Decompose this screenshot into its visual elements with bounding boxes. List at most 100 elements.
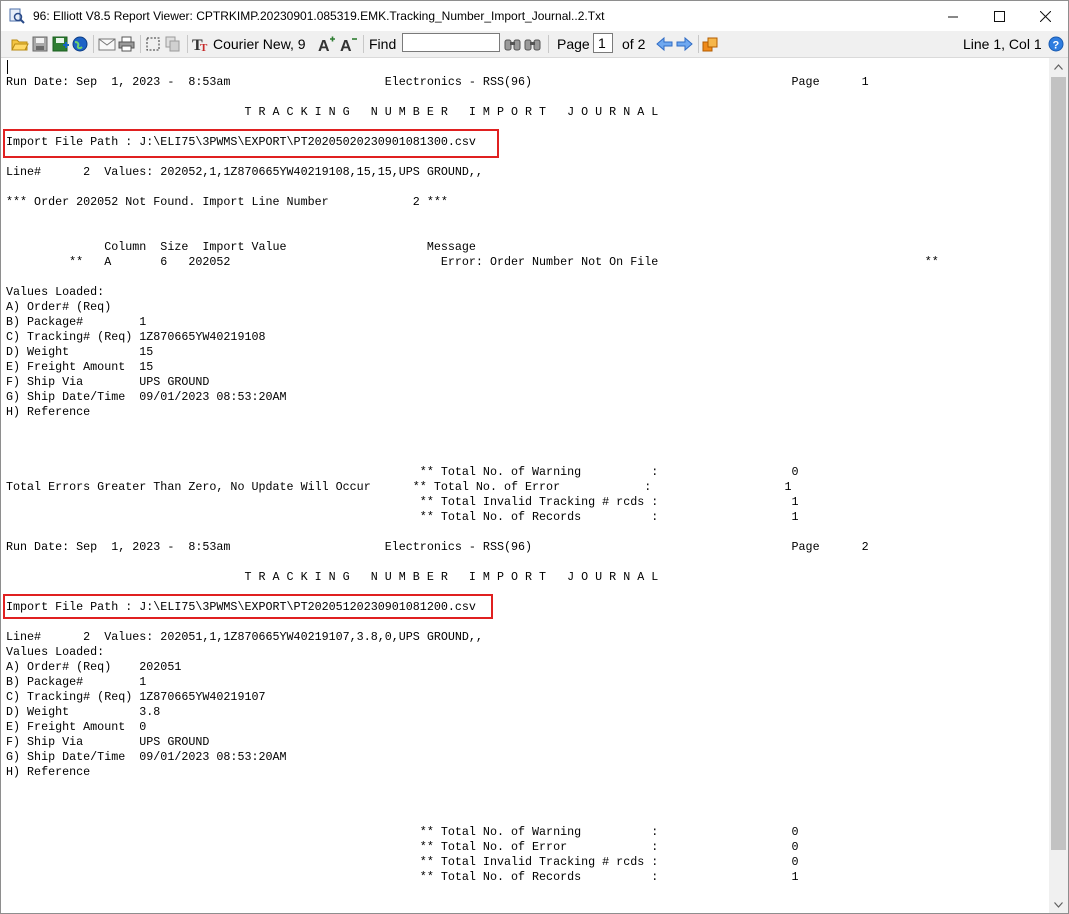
toolbar-separator <box>187 35 188 53</box>
prev-page-icon <box>656 36 673 52</box>
scroll-down-button[interactable] <box>1049 896 1068 913</box>
page-count: of 2 <box>622 36 646 52</box>
total-line: ** Total No. of Records : 1 <box>6 510 799 524</box>
value-line: C) Tracking# (Req) 1Z870665YW40219108 <box>6 330 266 344</box>
minimize-button[interactable] <box>930 1 976 31</box>
next-page-button[interactable] <box>676 35 693 53</box>
value-line: B) Package# 1 <box>6 675 147 689</box>
import-file-path: Import File Path : J:\ELI75\3PWMS\EXPORT… <box>6 600 476 614</box>
error-table-header: Column Size Import Value Message <box>6 240 476 254</box>
find-label: Find <box>369 36 397 52</box>
maximize-button[interactable] <box>976 1 1022 31</box>
web-button[interactable] <box>72 35 88 53</box>
toolbar-separator <box>140 35 141 53</box>
export-button[interactable] <box>702 35 720 53</box>
decrease-font-icon: A <box>340 38 357 52</box>
values-loaded-heading: Values Loaded: <box>6 645 105 659</box>
value-line: F) Ship Via UPS GROUND <box>6 735 210 749</box>
text-caret <box>7 60 8 74</box>
find-next-button[interactable] <box>504 35 521 53</box>
values-loaded-heading: Values Loaded: <box>6 285 105 299</box>
increase-font-button[interactable]: A <box>318 35 335 53</box>
save-icon <box>32 36 48 52</box>
svg-text:A: A <box>318 38 330 52</box>
toolbar-separator <box>363 35 364 53</box>
app-magnifier-icon <box>9 8 25 24</box>
save-as-icon <box>52 36 69 52</box>
value-line: H) Reference <box>6 765 91 779</box>
import-file-path: Import File Path : J:\ELI75\3PWMS\EXPORT… <box>6 135 476 149</box>
title-bar: 96: Elliott V8.5 Report Viewer: CPTRKIMP… <box>1 1 1068 31</box>
value-line: E) Freight Amount 15 <box>6 360 154 374</box>
find-next-icon <box>504 39 521 51</box>
value-line: G) Ship Date/Time 09/01/2023 08:53:20AM <box>6 390 287 404</box>
value-line: D) Weight 3.8 <box>6 705 161 719</box>
close-button[interactable] <box>1022 1 1068 31</box>
scroll-up-button[interactable] <box>1049 58 1068 75</box>
help-button[interactable]: ? <box>1048 35 1064 53</box>
copy-icon <box>165 36 180 52</box>
decrease-font-button[interactable]: A <box>340 35 357 53</box>
toolbar-separator <box>93 35 94 53</box>
value-line: B) Package# 1 <box>6 315 147 329</box>
page-number-input[interactable] <box>593 33 613 53</box>
globe-icon <box>72 36 88 52</box>
report-title: T R A C K I N G N U M B E R I M P O R T … <box>6 570 659 584</box>
font-label: Courier New, 9 <box>213 36 306 52</box>
value-line: H) Reference <box>6 405 91 419</box>
total-line: ** Total Invalid Tracking # rcds : 1 <box>6 495 799 509</box>
value-line: C) Tracking# (Req) 1Z870665YW40219107 <box>6 690 266 704</box>
value-line: E) Freight Amount 0 <box>6 720 147 734</box>
order-not-found-message: *** Order 202052 Not Found. Import Line … <box>6 195 448 209</box>
window-title: 96: Elliott V8.5 Report Viewer: CPTRKIMP… <box>33 9 605 23</box>
print-button[interactable] <box>118 35 135 53</box>
select-all-icon <box>146 37 160 51</box>
open-button[interactable] <box>11 35 29 53</box>
font-button[interactable]: TT <box>192 35 210 53</box>
next-page-icon <box>676 36 693 52</box>
report-run-date-line: Run Date: Sep 1, 2023 - 8:53am Electroni… <box>6 75 869 89</box>
value-line: A) Order# (Req) 202051 <box>6 660 182 674</box>
copy-button[interactable] <box>165 35 181 53</box>
total-line: ** Total No. of Records : 1 <box>6 870 799 884</box>
value-line: F) Ship Via UPS GROUND <box>6 375 210 389</box>
import-line-values: Line# 2 Values: 202052,1,1Z870665YW40219… <box>6 165 483 179</box>
export-icon <box>702 37 718 52</box>
help-icon: ? <box>1048 36 1064 52</box>
total-line: ** Total No. of Error : 0 <box>6 840 799 854</box>
value-line: A) Order# (Req) <box>6 300 112 314</box>
cursor-position: Line 1, Col 1 <box>963 36 1042 52</box>
scroll-up-arrow-icon <box>1054 63 1063 70</box>
svg-text:T: T <box>200 42 208 52</box>
font-icon: TT <box>192 37 208 52</box>
maximize-icon <box>993 10 1005 22</box>
email-button[interactable] <box>98 35 116 53</box>
svg-text:A: A <box>340 38 352 52</box>
save-as-button[interactable] <box>52 35 70 53</box>
increase-font-icon: A <box>318 36 335 52</box>
report-text-area[interactable]: Run Date: Sep 1, 2023 - 8:53am Electroni… <box>1 58 1049 913</box>
toolbar-separator <box>548 35 549 53</box>
vertical-scrollbar[interactable] <box>1049 58 1068 913</box>
save-button[interactable] <box>32 35 48 53</box>
select-all-button[interactable] <box>145 35 161 53</box>
find-prev-button[interactable] <box>524 35 541 53</box>
prev-page-button[interactable] <box>656 35 673 53</box>
scroll-thumb[interactable] <box>1051 77 1066 850</box>
toolbar: TT Courier New, 9 A A Find Page of 2 <box>1 31 1068 58</box>
report-run-date-line: Run Date: Sep 1, 2023 - 8:53am Electroni… <box>6 540 869 554</box>
value-line: G) Ship Date/Time 09/01/2023 08:53:20AM <box>6 750 287 764</box>
svg-text:?: ? <box>1053 40 1060 52</box>
value-line: D) Weight 15 <box>6 345 154 359</box>
open-folder-icon <box>11 39 29 51</box>
minimize-icon <box>947 16 958 17</box>
scroll-down-arrow-icon <box>1054 901 1063 908</box>
page-label: Page <box>557 36 590 52</box>
toolbar-separator <box>698 35 699 53</box>
total-line: Total Errors Greater Than Zero, No Updat… <box>6 480 792 494</box>
import-line-values: Line# 2 Values: 202051,1,1Z870665YW40219… <box>6 630 483 644</box>
total-line: ** Total Invalid Tracking # rcds : 0 <box>6 855 799 869</box>
find-input[interactable] <box>402 33 500 52</box>
error-table-row: ** A 6 202052 Error: Order Number Not On… <box>6 255 939 269</box>
close-icon <box>1039 10 1051 22</box>
